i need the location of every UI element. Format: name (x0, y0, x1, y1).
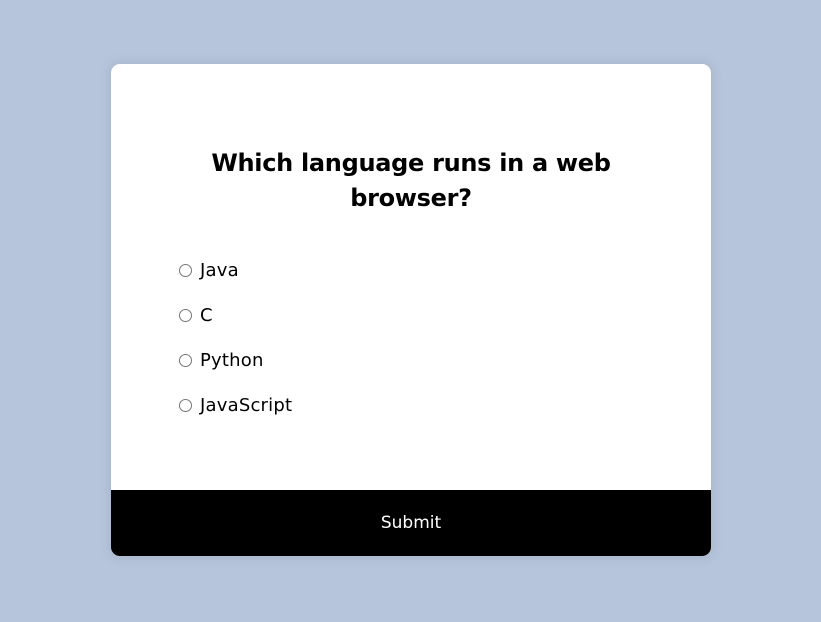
answer-label-python[interactable]: Python (200, 349, 264, 373)
answer-label-javascript[interactable]: JavaScript (200, 394, 292, 418)
answer-option-javascript[interactable]: JavaScript (179, 383, 292, 428)
answer-label-java[interactable]: Java (200, 259, 239, 283)
quiz-card: Which language runs in a web browser? Ja… (111, 64, 711, 556)
question-text: Which language runs in a web browser? (211, 149, 611, 212)
answer-option-java[interactable]: Java (179, 248, 292, 293)
answer-option-python[interactable]: Python (179, 338, 292, 383)
answer-option-c[interactable]: C (179, 293, 292, 338)
answer-label-c[interactable]: C (200, 304, 213, 328)
submit-button[interactable]: Submit (111, 490, 711, 556)
answer-radio-python[interactable] (179, 354, 192, 367)
quiz-header: Which language runs in a web browser? (111, 64, 711, 216)
answer-radio-javascript[interactable] (179, 399, 192, 412)
answer-radio-java[interactable] (179, 264, 192, 277)
answer-radio-c[interactable] (179, 309, 192, 322)
answer-list: Java C Python JavaScript (179, 248, 292, 428)
